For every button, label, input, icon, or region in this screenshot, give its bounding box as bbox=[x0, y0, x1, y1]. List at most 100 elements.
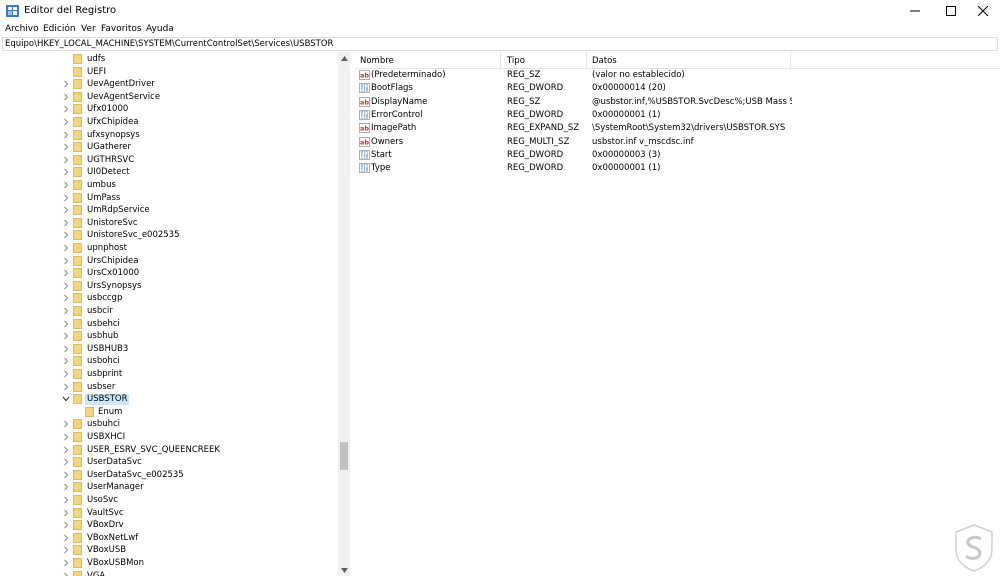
menu-favoritos[interactable]: Favoritos bbox=[101, 24, 142, 34]
column-divider[interactable] bbox=[586, 52, 587, 69]
tree-item[interactable]: UevAgentService bbox=[0, 91, 340, 104]
chevron-right-icon[interactable] bbox=[62, 104, 70, 114]
chevron-right-icon[interactable] bbox=[62, 180, 70, 190]
tree-item[interactable]: Ufx01000 bbox=[0, 103, 340, 116]
chevron-right-icon[interactable] bbox=[62, 79, 70, 89]
tree-item[interactable]: USBSTOR bbox=[0, 393, 340, 406]
tree-item[interactable]: usbohci bbox=[0, 355, 340, 368]
chevron-right-icon[interactable] bbox=[62, 230, 70, 240]
chevron-right-icon[interactable] bbox=[62, 243, 70, 253]
chevron-right-icon[interactable] bbox=[62, 268, 70, 278]
menu-archivo[interactable]: Archivo bbox=[5, 24, 39, 34]
close-button[interactable] bbox=[966, 0, 1000, 22]
chevron-right-icon[interactable] bbox=[62, 306, 70, 316]
tree-item[interactable]: UmRdpService bbox=[0, 204, 340, 217]
tree-item[interactable]: usbehci bbox=[0, 318, 340, 331]
tree-item[interactable]: UnistoreSvc bbox=[0, 217, 340, 230]
value-row[interactable]: 011 110 Start REG_DWORD 0x00000003 (3) bbox=[355, 149, 1000, 162]
maximize-button[interactable] bbox=[934, 0, 968, 22]
chevron-right-icon[interactable] bbox=[62, 382, 70, 392]
chevron-right-icon[interactable] bbox=[62, 155, 70, 165]
column-divider[interactable] bbox=[790, 52, 791, 69]
tree-item[interactable]: USER_ESRV_SVC_QUEENCREEK bbox=[0, 444, 340, 457]
chevron-right-icon[interactable] bbox=[62, 520, 70, 530]
chevron-right-icon[interactable] bbox=[62, 319, 70, 329]
tree-item[interactable]: usbprint bbox=[0, 368, 340, 381]
tree-item[interactable]: upnphost bbox=[0, 242, 340, 255]
chevron-right-icon[interactable] bbox=[62, 167, 70, 177]
tree-item[interactable]: VGA bbox=[0, 570, 340, 576]
tree-item[interactable]: USBHUB3 bbox=[0, 343, 340, 356]
tree-item[interactable]: usbcir bbox=[0, 305, 340, 318]
tree-item[interactable]: ufxsynopsys bbox=[0, 129, 340, 142]
chevron-right-icon[interactable] bbox=[62, 419, 70, 429]
chevron-right-icon[interactable] bbox=[62, 193, 70, 203]
chevron-right-icon[interactable] bbox=[62, 218, 70, 228]
key-tree[interactable]: udfs UEFI UevAgentDriver UevAgentService Ufx… bbox=[0, 52, 350, 576]
tree-item[interactable]: VBoxUSB bbox=[0, 544, 340, 557]
tree-item[interactable]: UI0Detect bbox=[0, 166, 340, 179]
chevron-right-icon[interactable] bbox=[62, 470, 70, 480]
tree-item[interactable]: UrsChipidea bbox=[0, 255, 340, 268]
chevron-right-icon[interactable] bbox=[62, 356, 70, 366]
tree-item[interactable]: UsoSvc bbox=[0, 494, 340, 507]
chevron-right-icon[interactable] bbox=[62, 130, 70, 140]
scroll-thumb[interactable] bbox=[340, 442, 348, 470]
tree-item[interactable]: VaultSvc bbox=[0, 507, 340, 520]
tree-item[interactable]: umbus bbox=[0, 179, 340, 192]
chevron-right-icon[interactable] bbox=[62, 495, 70, 505]
chevron-right-icon[interactable] bbox=[62, 558, 70, 568]
chevron-right-icon[interactable] bbox=[62, 117, 70, 127]
tree-item[interactable]: VBoxNetLwf bbox=[0, 532, 340, 545]
column-header-name[interactable]: Nombre bbox=[360, 56, 394, 66]
tree-item[interactable]: UGTHRSVC bbox=[0, 154, 340, 167]
tree-item[interactable]: UrsCx01000 bbox=[0, 267, 340, 280]
tree-item[interactable]: USBXHCI bbox=[0, 431, 340, 444]
chevron-right-icon[interactable] bbox=[62, 92, 70, 102]
tree-item[interactable]: VBoxDrv bbox=[0, 519, 340, 532]
chevron-right-icon[interactable] bbox=[62, 142, 70, 152]
scroll-up-arrow-icon[interactable] bbox=[338, 52, 350, 64]
minimize-button[interactable] bbox=[898, 0, 932, 22]
column-divider[interactable] bbox=[500, 52, 501, 69]
tree-item[interactable]: usbhub bbox=[0, 330, 340, 343]
chevron-right-icon[interactable] bbox=[62, 281, 70, 291]
tree-item[interactable]: usbuhci bbox=[0, 418, 340, 431]
tree-item[interactable]: UmPass bbox=[0, 192, 340, 205]
chevron-right-icon[interactable] bbox=[62, 369, 70, 379]
tree-item[interactable]: UfxChipidea bbox=[0, 116, 340, 129]
chevron-right-icon[interactable] bbox=[62, 331, 70, 341]
value-row[interactable]: 011 110 Type REG_DWORD 0x00000001 (1) bbox=[355, 162, 1000, 175]
chevron-right-icon[interactable] bbox=[62, 533, 70, 543]
chevron-down-icon[interactable] bbox=[62, 394, 70, 404]
tree-item[interactable]: udfs bbox=[0, 53, 340, 66]
scroll-down-arrow-icon[interactable] bbox=[338, 564, 350, 576]
chevron-right-icon[interactable] bbox=[62, 205, 70, 215]
value-row[interactable]: ab ImagePath REG_EXPAND_SZ \SystemRoot\Syst… bbox=[355, 122, 1000, 135]
value-row[interactable]: ab (Predeterminado) REG_SZ (valor no establ… bbox=[355, 69, 1000, 82]
tree-item[interactable]: UserDataSvc bbox=[0, 456, 340, 469]
value-row[interactable]: 011 110 ErrorControl REG_DWORD 0x00000001 (1… bbox=[355, 109, 1000, 122]
tree-item[interactable]: UrsSynopsys bbox=[0, 280, 340, 293]
tree-item[interactable]: usbser bbox=[0, 381, 340, 394]
menu-ayuda[interactable]: Ayuda bbox=[146, 24, 174, 34]
chevron-right-icon[interactable] bbox=[62, 432, 70, 442]
tree-item[interactable]: usbccgp bbox=[0, 292, 340, 305]
value-row[interactable]: ab DisplayName REG_SZ @usbstor.inf,%USBSTOR… bbox=[355, 96, 1000, 109]
menu-edicion[interactable]: Edición bbox=[43, 24, 76, 34]
tree-item[interactable]: VBoxUSBMon bbox=[0, 557, 340, 570]
chevron-right-icon[interactable] bbox=[62, 293, 70, 303]
tree-item[interactable]: Enum bbox=[0, 406, 340, 419]
chevron-right-icon[interactable] bbox=[62, 545, 70, 555]
values-list[interactable]: Nombre Tipo Datos ab (Predeterminado) REG_… bbox=[355, 52, 1000, 576]
tree-item[interactable]: UevAgentDriver bbox=[0, 78, 340, 91]
chevron-right-icon[interactable] bbox=[62, 508, 70, 518]
tree-scrollbar[interactable] bbox=[338, 52, 350, 576]
chevron-right-icon[interactable] bbox=[62, 344, 70, 354]
tree-item[interactable]: UserManager bbox=[0, 481, 340, 494]
chevron-right-icon[interactable] bbox=[62, 256, 70, 266]
column-header-type[interactable]: Tipo bbox=[507, 56, 525, 66]
tree-item[interactable]: UGatherer bbox=[0, 141, 340, 154]
tree-item[interactable]: UserDataSvc_e002535 bbox=[0, 469, 340, 482]
chevron-right-icon[interactable] bbox=[62, 457, 70, 467]
